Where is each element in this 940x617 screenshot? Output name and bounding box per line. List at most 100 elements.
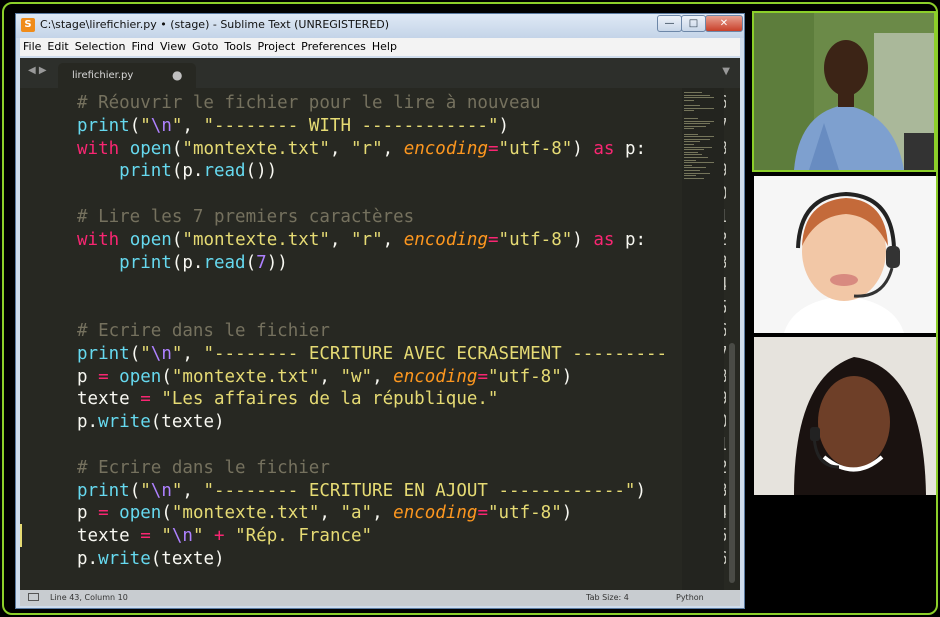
screen-frame: S C:\stage\lirefichier.py • (stage) - Su…	[2, 2, 938, 615]
line-code[interactable]: p.write(texte)	[77, 411, 225, 434]
minimap-line	[684, 105, 700, 106]
code-line[interactable]: 65texte = "\n" + "Rép. France"	[20, 525, 740, 548]
minimap-line	[684, 162, 714, 164]
maximize-button[interactable]: □	[681, 15, 706, 32]
menu-edit[interactable]: Edit	[44, 38, 71, 53]
vertical-scrollbar[interactable]	[726, 88, 738, 590]
minimap-line	[684, 157, 708, 158]
tab-lirefichier[interactable]: lirefichier.py ●	[58, 63, 196, 88]
sublime-logo-icon: S	[21, 18, 35, 32]
code-line[interactable]: 48with open("montexte.txt", "r", encodin…	[20, 138, 740, 161]
menu-goto[interactable]: Goto	[189, 38, 221, 53]
code-line[interactable]: 55	[20, 297, 740, 320]
code-line[interactable]: 51# Lire les 7 premiers caractères	[20, 206, 740, 229]
code-line[interactable]: 54	[20, 274, 740, 297]
menu-selection[interactable]: Selection	[72, 38, 129, 53]
menu-preferences[interactable]: Preferences	[298, 38, 369, 53]
minimap-line	[684, 107, 714, 109]
minimap-line	[684, 175, 696, 177]
line-code[interactable]: # Lire les 7 premiers caractères	[77, 206, 414, 229]
code-line[interactable]: 49 print(p.read())	[20, 160, 740, 183]
minimize-button[interactable]: —	[657, 15, 682, 32]
minimap-line	[684, 133, 698, 135]
unsaved-dot-icon[interactable]: ●	[172, 68, 182, 82]
scrollbar-thumb[interactable]	[729, 343, 735, 583]
close-button[interactable]: ✕	[705, 15, 743, 32]
line-code[interactable]: texte = "\n" + "Rép. France"	[77, 525, 372, 548]
minimap[interactable]	[682, 88, 724, 590]
minimap-line	[684, 159, 696, 161]
menu-tools[interactable]: Tools	[221, 38, 254, 53]
line-code[interactable]: print("\n", "-------- ECRITURE EN AJOUT …	[77, 480, 646, 503]
minimap-line	[684, 97, 714, 99]
minimap-line	[684, 144, 694, 145]
minimap-line	[684, 128, 694, 130]
minimap-line	[684, 164, 692, 166]
code-line[interactable]: 62# Ecrire dans le fichier	[20, 457, 740, 480]
menu-find[interactable]: Find	[128, 38, 157, 53]
modified-line-marker	[20, 524, 22, 547]
line-code[interactable]: p.write(texte)	[77, 548, 225, 571]
code-line[interactable]: 56# Ecrire dans le fichier	[20, 320, 740, 343]
code-editor[interactable]: 46# Réouvrir le fichier pour le lire à n…	[20, 88, 740, 590]
code-line[interactable]: 60p.write(texte)	[20, 411, 740, 434]
menu-file[interactable]: File	[20, 38, 44, 53]
panel-toggle-icon[interactable]	[28, 593, 39, 601]
minimap-line	[684, 120, 714, 122]
tab-dropdown-icon[interactable]: ▼	[722, 66, 730, 77]
code-line[interactable]: 46# Réouvrir le fichier pour le lire à n…	[20, 92, 740, 115]
minimap-line	[684, 92, 702, 93]
line-code[interactable]: # Ecrire dans le fichier	[77, 457, 330, 480]
line-code[interactable]: print(p.read(7))	[77, 252, 288, 275]
code-line[interactable]: 63print("\n", "-------- ECRITURE EN AJOU…	[20, 480, 740, 503]
editor-window: S C:\stage\lirefichier.py • (stage) - Su…	[15, 13, 745, 609]
woman-headset-portrait	[754, 176, 936, 333]
line-code[interactable]: # Ecrire dans le fichier	[77, 320, 330, 343]
line-code[interactable]: print("\n", "-------- WITH ------------"…	[77, 115, 509, 138]
code-line[interactable]: 50	[20, 183, 740, 206]
line-code[interactable]: # Réouvrir le fichier pour le lire à nou…	[77, 92, 541, 115]
tab-bar: ◀ ▶ lirefichier.py ● ▼	[20, 58, 740, 88]
code-line[interactable]: 64p = open("montexte.txt", "a", encoding…	[20, 502, 740, 525]
minimap-line	[684, 151, 698, 153]
minimap-line	[684, 170, 700, 171]
code-line[interactable]: 53 print(p.read(7))	[20, 252, 740, 275]
tab-label: lirefichier.py	[72, 70, 134, 81]
code-line[interactable]: 58p = open("montexte.txt", "w", encoding…	[20, 366, 740, 389]
video-participant-woman-smiling	[754, 337, 936, 495]
minimap-line	[684, 110, 694, 112]
minimap-line	[684, 136, 714, 138]
menu-bar: File Edit Selection Find View Goto Tools Projec…	[20, 38, 740, 56]
line-code[interactable]: print("\n", "-------- ECRITURE AVEC ECRA…	[77, 343, 667, 366]
menu-project[interactable]: Project	[255, 38, 299, 53]
minimap-line	[684, 123, 710, 125]
minimap-line	[684, 177, 704, 179]
menu-help[interactable]: Help	[369, 38, 400, 53]
code-line[interactable]: 57print("\n", "-------- ECRITURE AVEC EC…	[20, 343, 740, 366]
code-line[interactable]: 59texte = "Les affaires de la république…	[20, 388, 740, 411]
code-line[interactable]: 66p.write(texte)	[20, 548, 740, 571]
menu-view[interactable]: View	[157, 38, 189, 53]
minimap-line	[684, 141, 700, 143]
minimap-line	[684, 149, 704, 151]
minimap-line	[684, 172, 710, 174]
line-code[interactable]: p = open("montexte.txt", "a", encoding="…	[77, 502, 572, 525]
tab-size-selector[interactable]: Tab Size: 4	[586, 593, 629, 602]
line-code[interactable]: with open("montexte.txt", "r", encoding=…	[77, 138, 646, 161]
minimap-line	[684, 94, 710, 96]
syntax-selector[interactable]: Python	[676, 593, 704, 602]
man-portrait	[754, 13, 934, 170]
line-code[interactable]: texte = "Les affaires de la république."	[77, 388, 498, 411]
video-participant-woman-headset	[754, 176, 936, 333]
line-code[interactable]: p = open("montexte.txt", "w", encoding="…	[77, 366, 572, 389]
tab-nav-arrows-icon[interactable]: ◀ ▶	[28, 65, 47, 76]
title-bar[interactable]: S C:\stage\lirefichier.py • (stage) - Su…	[16, 14, 744, 38]
minimap-line	[684, 118, 698, 119]
status-bar: Line 43, Column 10 Tab Size: 4 Python	[20, 590, 740, 606]
line-code[interactable]: print(p.read())	[77, 160, 277, 183]
code-line[interactable]: 52with open("montexte.txt", "r", encodin…	[20, 229, 740, 252]
code-line[interactable]: 61	[20, 434, 740, 457]
minimap-line	[684, 154, 702, 156]
line-code[interactable]: with open("montexte.txt", "r", encoding=…	[77, 229, 646, 252]
code-line[interactable]: 47print("\n", "-------- WITH -----------…	[20, 115, 740, 138]
